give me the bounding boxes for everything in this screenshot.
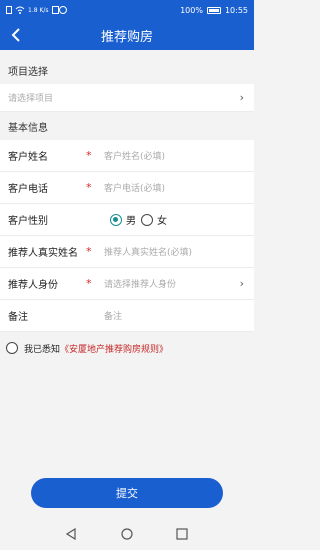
customer-name-input[interactable]: 客户姓名(必填): [104, 149, 165, 162]
battery-icon: [206, 6, 221, 14]
section-project-header: 项目选择: [0, 56, 254, 84]
status-right: 100% 10:55: [180, 6, 248, 15]
chevron-right-icon: ›: [239, 91, 244, 104]
battery-percent: 100%: [180, 5, 203, 15]
gender-female-radio[interactable]: [141, 213, 153, 226]
referrer-role-select[interactable]: 请选择推荐人身份: [104, 277, 176, 290]
status-bar: 1.8 K/s 100% 10:55: [0, 0, 254, 20]
required-mark: *: [86, 277, 92, 290]
project-select-row[interactable]: 请选择项目 ›: [0, 84, 254, 112]
system-nav-bar: [0, 520, 254, 550]
status-left: 1.8 K/s: [6, 6, 68, 14]
remark-input[interactable]: 备注: [104, 309, 122, 322]
customer-phone-label: 客户电话: [8, 184, 48, 195]
top-nav: 推荐购房: [0, 20, 254, 50]
referrer-role-row[interactable]: 推荐人身份 * 请选择推荐人身份 ›: [0, 268, 254, 300]
customer-phone-input[interactable]: 客户电话(必填): [104, 181, 165, 194]
agreement-row: 我已悉知《安厦地产推荐购房规则》: [0, 334, 254, 362]
section-project-title: 项目选择: [8, 66, 48, 78]
customer-name-label: 客户姓名: [8, 152, 48, 163]
required-mark: *: [86, 149, 92, 162]
customer-name-row[interactable]: 客户姓名 * 客户姓名(必填): [0, 140, 254, 172]
notification-icon: [51, 6, 67, 14]
customer-gender-label: 客户性别: [8, 216, 48, 227]
agreement-checkbox[interactable]: [6, 342, 18, 354]
customer-phone-row[interactable]: 客户电话 * 客户电话(必填): [0, 172, 254, 204]
referrer-name-input[interactable]: 推荐人真实姓名(必填): [104, 245, 192, 258]
remark-label: 备注: [8, 312, 28, 323]
gender-male-radio[interactable]: [110, 213, 122, 226]
agreement-prefix: 我已悉知: [24, 344, 61, 355]
page-title: 推荐购房: [100, 29, 153, 45]
customer-gender-row: 客户性别 男 女: [0, 204, 254, 236]
wifi-icon: [15, 6, 25, 14]
remark-row[interactable]: 备注 备注: [0, 300, 254, 332]
clock: 10:55: [224, 5, 248, 15]
agreement-link[interactable]: 《安厦地产推荐购房规则》: [60, 345, 168, 355]
back-arrow-icon: [11, 28, 20, 42]
sim-icon: [6, 6, 12, 14]
section-basic-header: 基本信息: [0, 112, 254, 140]
referrer-role-label: 推荐人身份: [8, 280, 58, 291]
section-basic-title: 基本信息: [8, 122, 48, 134]
network-speed: 1.8 K/s: [28, 6, 49, 14]
required-mark: *: [86, 181, 92, 194]
referrer-name-row[interactable]: 推荐人真实姓名 * 推荐人真实姓名(必填): [0, 236, 254, 268]
nav-home-icon[interactable]: [121, 528, 133, 540]
required-mark: *: [86, 245, 92, 258]
chevron-right-icon: ›: [239, 277, 244, 290]
submit-button[interactable]: 提交: [31, 478, 223, 508]
referrer-name-label: 推荐人真实姓名: [8, 248, 78, 259]
project-select-placeholder: 请选择项目: [8, 94, 54, 104]
nav-recents-icon[interactable]: [176, 528, 188, 540]
back-button[interactable]: [6, 24, 26, 46]
gender-female-label[interactable]: 女: [157, 212, 167, 227]
gender-male-label[interactable]: 男: [126, 212, 136, 227]
nav-back-icon[interactable]: [65, 528, 77, 540]
agreement-text: 我已悉知《安厦地产推荐购房规则》: [24, 342, 168, 355]
